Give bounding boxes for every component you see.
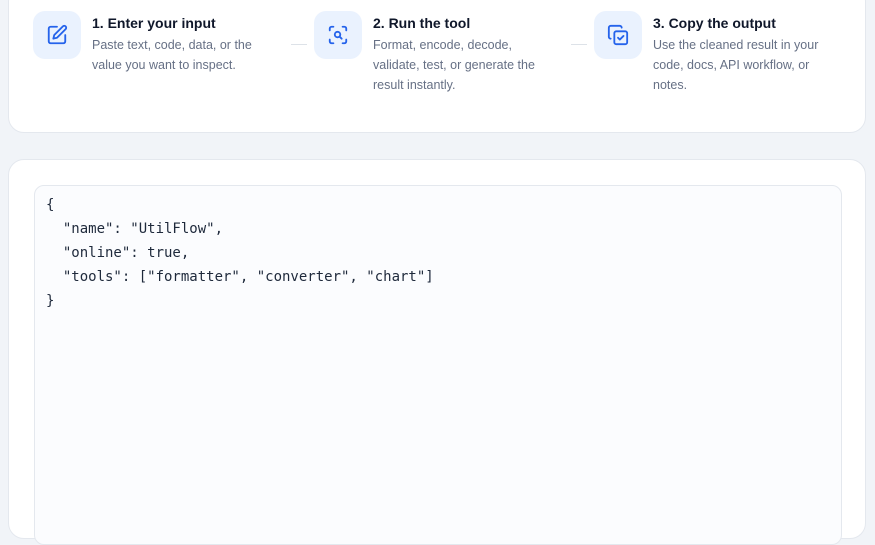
step-connector	[291, 44, 307, 45]
step-title: 1. Enter your input	[92, 15, 216, 31]
step-copy-output: 3. Copy the output Use the cleaned resul…	[594, 11, 818, 95]
step-enter-input: 1. Enter your input Paste text, code, da…	[33, 11, 252, 75]
step-description: Format, encode, decode, validate, test, …	[373, 38, 535, 92]
step-description: Use the cleaned result in your code, doc…	[653, 38, 819, 92]
scan-search-icon	[314, 11, 362, 59]
how-it-works-steps: 1. Enter your input Paste text, code, da…	[8, 0, 866, 133]
step-connector	[571, 44, 587, 45]
step-title: 2. Run the tool	[373, 15, 471, 31]
input-editor[interactable]: { "name": "UtilFlow", "online": true, "t…	[34, 185, 842, 545]
tool-panel: { "name": "UtilFlow", "online": true, "t…	[8, 159, 866, 545]
step-description: Paste text, code, data, or the value you…	[92, 38, 252, 72]
step-title: 3. Copy the output	[653, 15, 776, 31]
copy-check-icon	[594, 11, 642, 59]
edit-icon	[33, 11, 81, 59]
step-run-tool: 2. Run the tool Format, encode, decode, …	[314, 11, 535, 95]
